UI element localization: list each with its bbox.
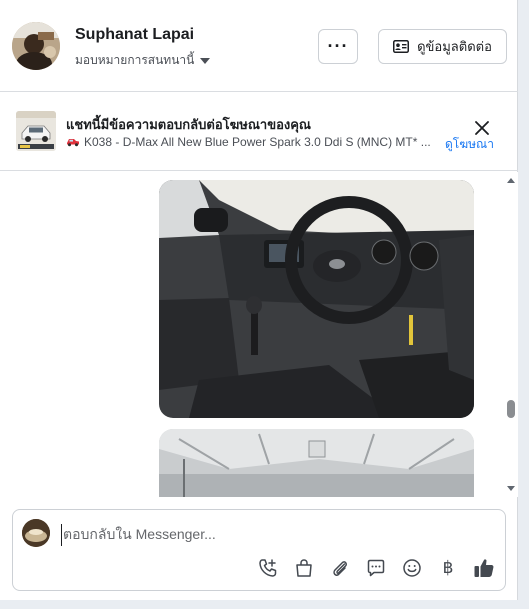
contact-name[interactable]: Suphanat Lapai [75, 26, 194, 44]
message-image[interactable] [159, 429, 474, 497]
baht-symbol: ฿ [442, 558, 454, 578]
shopping-bag-icon[interactable] [293, 557, 315, 579]
scroll-up-icon[interactable] [507, 178, 515, 183]
conversation-panel: Suphanat Lapai มอบหมายการสนทนานี้ ··· ดู… [0, 0, 518, 609]
more-options-button[interactable]: ··· [318, 29, 358, 64]
ad-reply-banner: แชทนี้มีข้อความตอบกลับต่อโฆษณาของคุณ K03… [0, 93, 518, 171]
baht-icon[interactable]: ฿ [437, 557, 459, 579]
contact-card-icon [393, 40, 410, 53]
window-bottom-edge [0, 600, 529, 609]
paperclip-icon[interactable] [329, 557, 351, 579]
reply-input[interactable]: ตอบกลับใน Messenger... [61, 524, 216, 546]
ad-banner-subtitle: K038 - D-Max All New Blue Power Spark 3.… [66, 135, 444, 149]
assign-label: มอบหมายการสนทนานี้ [75, 53, 195, 67]
conversation-header: Suphanat Lapai มอบหมายการสนทนานี้ ··· ดู… [0, 0, 518, 92]
scrollbar-thumb[interactable] [507, 400, 515, 418]
emoji-icon[interactable] [401, 557, 423, 579]
caret-down-icon [200, 57, 211, 64]
ad-banner-title: แชทนี้มีข้อความตอบกลับต่อโฆษณาของคุณ [66, 117, 311, 132]
thread-scrollbar[interactable] [504, 172, 518, 497]
call-add-icon[interactable] [257, 557, 279, 579]
assign-conversation-dropdown[interactable]: มอบหมายการสนทนานี้ [75, 51, 211, 70]
message-thread[interactable] [0, 172, 518, 497]
close-icon[interactable] [473, 119, 491, 137]
scroll-down-icon[interactable] [507, 486, 515, 491]
message-composer: ตอบกลับใน Messenger... ฿ [12, 509, 506, 591]
ad-thumbnail[interactable] [16, 111, 56, 151]
thumbs-up-icon[interactable] [473, 557, 495, 579]
window-gutter [518, 0, 529, 609]
contact-avatar[interactable] [12, 22, 60, 70]
saved-reply-icon[interactable] [365, 557, 387, 579]
view-contact-info-button[interactable]: ดูข้อมูลติดต่อ [378, 29, 507, 64]
composer-toolbar: ฿ [257, 556, 495, 580]
contact-info-label: ดูข้อมูลติดต่อ [417, 39, 492, 54]
view-ad-link[interactable]: ดูโฆษณา [445, 135, 494, 154]
more-options-label: ··· [327, 36, 349, 56]
message-image[interactable] [159, 180, 474, 418]
ad-banner-subtitle-text: K038 - D-Max All New Blue Power Spark 3.… [84, 135, 431, 149]
car-icon [67, 139, 79, 147]
page-avatar [22, 519, 50, 547]
